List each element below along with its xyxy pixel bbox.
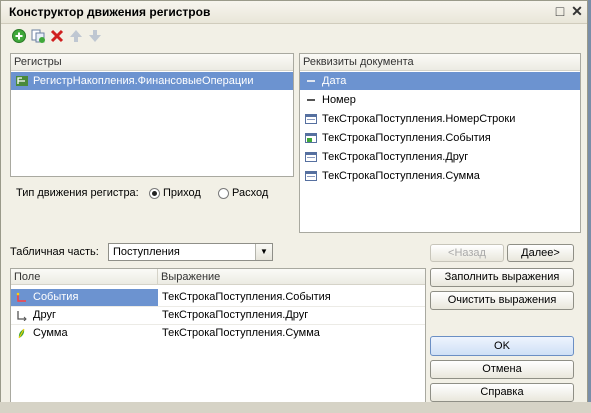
register-movement-dialog: Конструктор движения регистров □ ✕ Регис… <box>0 0 588 411</box>
field-icon <box>305 152 317 162</box>
dimension-icon <box>16 292 26 302</box>
income-radio[interactable] <box>149 188 160 199</box>
tabular-part-value: Поступления <box>113 246 180 258</box>
registers-panel: Регистры РегистрНакопления.ФинансовыеОпе… <box>10 53 294 177</box>
requisite-item[interactable]: Номер <box>300 91 580 109</box>
requisite-label: Дата <box>322 75 347 87</box>
field-cell[interactable]: Друг <box>11 307 158 324</box>
movement-type-label: Тип движения регистра: <box>16 187 139 199</box>
accumulation-register-icon <box>16 76 28 86</box>
table-row[interactable]: Друг ТекСтрокаПоступления.Друг <box>11 306 425 324</box>
expression-cell[interactable]: ТекСтрокаПоступления.Друг <box>162 307 422 324</box>
requisite-item[interactable]: Дата <box>300 72 580 90</box>
requisite-label: Номер <box>322 94 356 106</box>
move-down-icon[interactable] <box>87 28 103 44</box>
requisites-header: Реквизиты документа <box>300 54 580 71</box>
window-title: Конструктор движения регистров <box>9 5 211 19</box>
field-cell[interactable]: Сумма <box>11 325 158 342</box>
field-icon <box>305 133 317 143</box>
requisite-label: ТекСтрокаПоступления.Сумма <box>322 170 480 182</box>
expression-cell[interactable]: ТекСтрокаПоступления.Сумма <box>162 325 422 342</box>
next-button[interactable]: Далее> <box>507 244 574 262</box>
requisite-label: ТекСтрокаПоступления.События <box>322 132 491 144</box>
dash-icon <box>307 80 315 82</box>
registers-header: Регистры <box>11 54 293 71</box>
table-row[interactable]: Сумма ТекСтрокаПоступления.Сумма <box>11 324 425 342</box>
back-button[interactable]: <Назад <box>430 244 504 262</box>
add-icon[interactable] <box>11 28 27 44</box>
field-name: Сумма <box>33 327 68 339</box>
dash-icon <box>307 99 315 101</box>
table-row[interactable]: События ТекСтрокаПоступления.События <box>11 289 425 306</box>
copy-icon[interactable] <box>30 28 46 44</box>
requisite-item[interactable]: ТекСтрокаПоступления.Друг <box>300 148 580 166</box>
chevron-down-icon[interactable]: ▼ <box>255 244 272 260</box>
field-icon <box>305 171 317 181</box>
move-up-icon[interactable] <box>68 28 84 44</box>
maximize-icon[interactable]: □ <box>552 3 568 19</box>
title-bar: Конструктор движения регистров □ ✕ <box>1 1 587 24</box>
requisite-label: ТекСтрокаПоступления.Друг <box>322 151 469 163</box>
expense-label[interactable]: Расход <box>232 187 268 199</box>
field-name: События <box>33 291 79 303</box>
clear-expressions-button[interactable]: Очистить выражения <box>430 291 574 310</box>
field-name: Друг <box>33 309 56 321</box>
fill-expressions-button[interactable]: Заполнить выражения <box>430 268 574 287</box>
dimension-icon <box>17 311 27 321</box>
column-expression[interactable]: Выражение <box>158 269 425 285</box>
cancel-button[interactable]: Отмена <box>430 360 574 379</box>
expression-cell[interactable]: ТекСтрокаПоступления.События <box>162 289 422 306</box>
ok-button[interactable]: OK <box>430 336 574 356</box>
requisites-panel: Реквизиты документа Дата Номер ТекСтрока… <box>299 53 581 233</box>
requisite-label: ТекСтрокаПоступления.НомерСтроки <box>322 113 516 125</box>
register-item-label: РегистрНакопления.ФинансовыеОперации <box>33 75 254 87</box>
register-item[interactable]: РегистрНакопления.ФинансовыеОперации <box>11 72 293 90</box>
tabular-part-select[interactable]: Поступления ▼ <box>108 243 273 261</box>
close-icon[interactable]: ✕ <box>569 3 585 19</box>
background-strip <box>0 402 591 413</box>
requisite-item[interactable]: ТекСтрокаПоступления.Сумма <box>300 167 580 185</box>
column-field[interactable]: Поле <box>11 269 158 285</box>
tabular-part-label: Табличная часть: <box>10 246 99 258</box>
expressions-grid: Поле Выражение События ТекСтрокаПоступле… <box>10 268 426 403</box>
field-cell[interactable]: События <box>11 289 158 306</box>
expense-radio[interactable] <box>218 188 229 199</box>
help-button[interactable]: Справка <box>430 383 574 402</box>
requisite-item[interactable]: ТекСтрокаПоступления.НомерСтроки <box>300 110 580 128</box>
delete-icon[interactable] <box>49 28 65 44</box>
income-label[interactable]: Приход <box>163 187 201 199</box>
requisite-item[interactable]: ТекСтрокаПоступления.События <box>300 129 580 147</box>
field-icon <box>305 114 317 124</box>
resource-icon <box>18 328 25 339</box>
